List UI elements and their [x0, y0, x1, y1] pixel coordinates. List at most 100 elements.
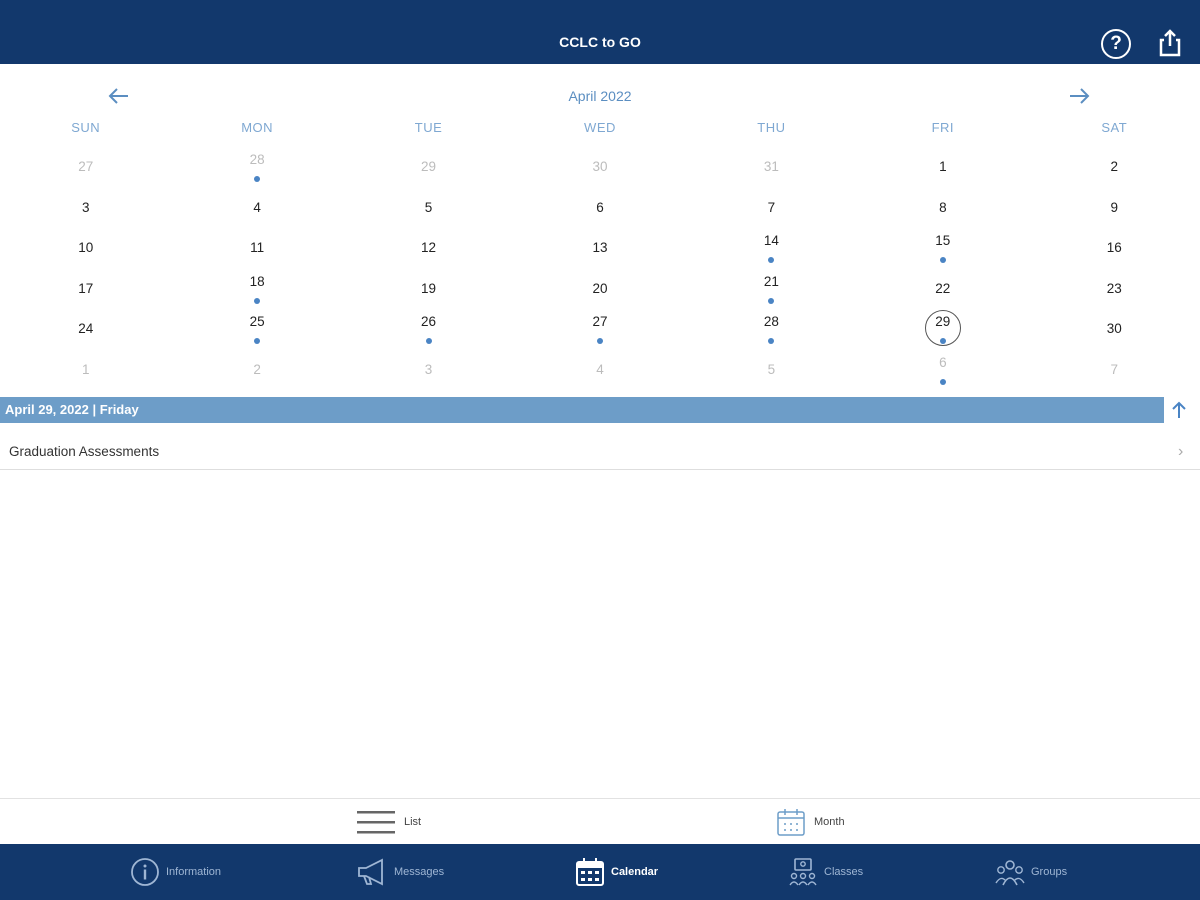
- list-view-button[interactable]: List: [356, 807, 421, 837]
- calendar-day[interactable]: 22: [857, 270, 1028, 311]
- collapse-arrow-up-icon[interactable]: [1168, 399, 1190, 421]
- day-number: 1: [81, 361, 90, 377]
- day-number: 20: [592, 280, 608, 296]
- help-icon[interactable]: ?: [1101, 29, 1131, 59]
- calendar-day[interactable]: 7: [686, 189, 857, 230]
- calendar-day[interactable]: 30: [514, 148, 685, 189]
- calendar-day[interactable]: 23: [1029, 270, 1200, 311]
- calendar-day[interactable]: 28: [171, 148, 342, 189]
- day-number: 10: [78, 240, 94, 255]
- day-number: 11: [250, 240, 265, 255]
- calendar-day[interactable]: 8: [857, 189, 1028, 230]
- calendar-day[interactable]: 31: [686, 148, 857, 189]
- calendar-day[interactable]: 10: [0, 229, 171, 270]
- weekday-label: MON: [241, 120, 274, 135]
- app-title: CCLC to GO: [559, 34, 641, 50]
- calendar-day[interactable]: 19: [343, 270, 514, 311]
- calendar-day[interactable]: 9: [1029, 189, 1200, 230]
- next-month-arrow-icon[interactable]: [1068, 86, 1092, 106]
- calendar-day[interactable]: 24: [0, 310, 171, 351]
- day-number: 2: [253, 361, 261, 377]
- calendar-day[interactable]: 3: [0, 189, 171, 230]
- calendar-day[interactable]: 3: [343, 351, 514, 392]
- calendar-day[interactable]: 5: [343, 189, 514, 230]
- tab-classes[interactable]: Classes: [788, 852, 863, 892]
- day-number: 27: [592, 314, 608, 329]
- tab-calendar[interactable]: Calendar: [575, 852, 658, 892]
- calendar-day[interactable]: 27: [0, 148, 171, 189]
- day-number: 13: [592, 240, 608, 255]
- day-number: 24: [78, 321, 94, 336]
- day-number: 21: [763, 273, 779, 289]
- day-number: 12: [421, 240, 437, 255]
- tab-label: Groups: [1031, 866, 1068, 878]
- event-dot-indicator: [254, 338, 261, 344]
- calendar-day[interactable]: 26: [343, 310, 514, 351]
- tab-messages[interactable]: Messages: [356, 852, 444, 892]
- calendar-day[interactable]: 4: [514, 351, 685, 392]
- calendar-week-row: 17 18 19 20 21 22 23: [0, 270, 1200, 311]
- day-number: 8: [939, 199, 947, 215]
- calendar-day[interactable]: 21: [686, 270, 857, 311]
- day-number: 1: [939, 159, 947, 174]
- month-view-button[interactable]: Month: [776, 807, 845, 837]
- weekday-label: FRI: [931, 120, 955, 135]
- calendar-day[interactable]: 12: [343, 229, 514, 270]
- calendar-day[interactable]: 28: [686, 310, 857, 351]
- calendar-day[interactable]: 15: [857, 229, 1028, 270]
- weekday-label: TUE: [414, 120, 443, 135]
- day-number: 5: [424, 199, 433, 215]
- calendar-day[interactable]: 1: [0, 351, 171, 392]
- calendar-day[interactable]: 7: [1029, 351, 1200, 392]
- chevron-right-icon: ›: [1178, 443, 1184, 460]
- tab-label: Calendar: [611, 866, 659, 878]
- tab-information[interactable]: Information: [130, 852, 221, 892]
- event-dot-indicator: [254, 176, 261, 182]
- calendar-day[interactable]: 27: [514, 310, 685, 351]
- calendar-day[interactable]: 4: [171, 189, 342, 230]
- event-list-item[interactable]: Graduation Assessments ›: [0, 432, 1200, 470]
- day-number: 3: [424, 361, 433, 377]
- day-number: 23: [1106, 280, 1122, 296]
- day-number: 26: [421, 314, 437, 329]
- day-number: 14: [763, 233, 779, 248]
- day-number: 6: [596, 199, 604, 215]
- day-number: 18: [249, 273, 265, 289]
- day-number: 16: [1106, 240, 1122, 255]
- calendar-day[interactable]: 2: [1029, 148, 1200, 189]
- calendar-day[interactable]: 29: [343, 148, 514, 189]
- month-calendar: SUN MON TUE WED THU FRI SAT 27 28 29 30 31 1 2…: [0, 116, 1200, 385]
- calendar-day[interactable]: 5: [686, 351, 857, 392]
- day-number: 31: [763, 159, 779, 174]
- groups-icon: [995, 860, 1025, 886]
- calendar-day[interactable]: 11: [171, 229, 342, 270]
- calendar-day-selected[interactable]: 29: [857, 310, 1028, 351]
- calendar-day[interactable]: 14: [686, 229, 857, 270]
- tab-label: Messages: [394, 866, 445, 878]
- event-dot-indicator: [768, 297, 775, 304]
- calendar-day[interactable]: 2: [171, 351, 342, 392]
- month-navigation: April 2022: [0, 80, 1200, 112]
- share-icon[interactable]: [1158, 29, 1182, 57]
- calendar-day[interactable]: 18: [171, 270, 342, 311]
- month-label: April 2022: [568, 88, 632, 104]
- calendar-day[interactable]: 1: [857, 148, 1028, 189]
- calendar-day[interactable]: 6: [857, 351, 1028, 392]
- day-number: 6: [939, 354, 947, 370]
- calendar-day[interactable]: 13: [514, 229, 685, 270]
- list-view-label: List: [404, 816, 422, 828]
- tab-groups[interactable]: Groups: [995, 852, 1067, 892]
- day-number: 17: [78, 280, 94, 296]
- calendar-day[interactable]: 20: [514, 270, 685, 311]
- weekday-label: THU: [757, 120, 786, 135]
- calendar-day[interactable]: 16: [1029, 229, 1200, 270]
- calendar-day[interactable]: 25: [171, 310, 342, 351]
- calendar-day[interactable]: 6: [514, 189, 685, 230]
- day-number: 7: [767, 199, 776, 215]
- calendar-day[interactable]: 17: [0, 270, 171, 311]
- calendar-day[interactable]: 30: [1029, 310, 1200, 351]
- day-number: 30: [1106, 321, 1122, 336]
- day-number: 7: [1110, 361, 1118, 377]
- calendar-week-row: 10 11 12 13 14 15 16: [0, 229, 1200, 270]
- megaphone-icon: [358, 858, 383, 886]
